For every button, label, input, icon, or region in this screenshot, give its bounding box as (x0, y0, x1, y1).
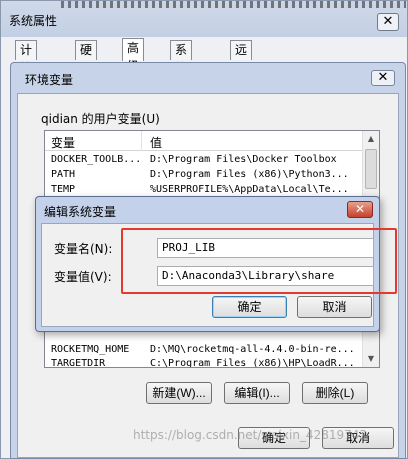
column-divider[interactable] (141, 131, 142, 151)
new-variable-button[interactable]: 新建(W)... (146, 382, 212, 404)
tab-remote[interactable]: 远程 (230, 40, 253, 75)
table-row[interactable]: TEMP %USERPROFILE%\AppData\Local\Te... (45, 183, 363, 197)
user-variables-label: qidian 的用户变量(U) (41, 112, 160, 126)
background-window-edge (61, 1, 406, 8)
variable-value-input[interactable]: D:\Anaconda3\Library\share (157, 266, 374, 286)
variable-name: ROCKETMQ_HOME (51, 344, 130, 355)
variable-value: %USERPROFILE%\AppData\Local\Te... (150, 184, 349, 195)
delete-variable-button[interactable]: 删除(L) (302, 382, 368, 404)
environment-variables-title: 环境变量 (25, 73, 74, 87)
watermark-text: https://blog.csdn.net/weixin_42819743 (133, 428, 368, 442)
variable-name: DOCKER_TOOLB... (51, 154, 141, 165)
table-row[interactable]: TARGETDIR C:\Program Files (x86)\HP\Load… (45, 357, 363, 368)
table-row[interactable]: ROCKETMQ_HOME D:\MQ\rocketmq-all-4.4.0-b… (45, 343, 363, 357)
tab-advanced[interactable]: 高级 (122, 38, 145, 73)
environment-variables-close-button[interactable]: ✕ (371, 70, 395, 86)
variable-name: TARGETDIR (51, 358, 106, 368)
variable-value: D:\MQ\rocketmq-all-4.4.0-bin-re... (150, 344, 355, 355)
variable-value: C:\Program Files (x86)\HP\LoadR... (150, 358, 355, 368)
table-row[interactable]: DOCKER_TOOLB... D:\Program Files\Docker … (45, 153, 363, 167)
edit-dialog-title: 编辑系统变量 (44, 205, 117, 219)
scroll-thumb[interactable] (365, 149, 377, 189)
tab-hardware[interactable]: 硬件 (75, 40, 98, 75)
system-properties-close-button[interactable]: ✕ (377, 13, 399, 31)
edit-system-variable-dialog: 编辑系统变量 ✕ 变量名(N): PROJ_LIB 变量值(V): D:\Ana… (35, 196, 380, 332)
variable-name-input[interactable]: PROJ_LIB (157, 238, 374, 258)
edit-variable-button[interactable]: 编辑(I)... (224, 382, 290, 404)
edit-ok-button[interactable]: 确定 (212, 296, 287, 318)
scroll-up-arrow-icon[interactable]: ▲ (363, 131, 379, 147)
column-header-value[interactable]: 值 (150, 134, 162, 151)
edit-dialog-body: 变量名(N): PROJ_LIB 变量值(V): D:\Anaconda3\Li… (41, 223, 374, 327)
edit-dialog-close-button[interactable]: ✕ (347, 201, 373, 218)
column-header-variable[interactable]: 变量 (51, 134, 75, 151)
variable-name: TEMP (51, 184, 76, 195)
edit-cancel-button[interactable]: 取消 (297, 296, 372, 318)
table-row[interactable]: PATH D:\Program Files (x86)\Python3... (45, 168, 363, 182)
list-header: 变量 值 (45, 131, 363, 151)
variable-value: D:\Program Files (x86)\Python3... (150, 169, 349, 180)
system-properties-title: 系统属性 (9, 14, 58, 28)
tab-computer-name[interactable]: 计算机名 (15, 40, 38, 111)
variable-name-label: 变量名(N): (54, 242, 113, 256)
variable-name: PATH (51, 169, 76, 180)
variable-value-label: 变量值(V): (54, 270, 112, 284)
scroll-down-arrow-icon[interactable]: ▼ (363, 351, 379, 367)
tab-system-protection[interactable]: 系统保护 (170, 40, 193, 111)
variable-value: D:\Program Files\Docker Toolbox (150, 154, 337, 165)
